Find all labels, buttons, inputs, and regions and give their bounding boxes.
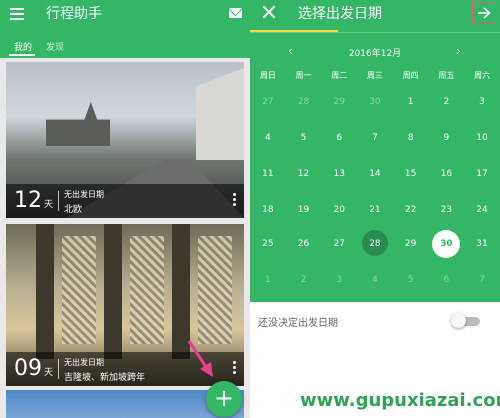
watermark-url: www.gupuxiazai.com bbox=[300, 390, 500, 411]
trip-days-unit: 天 bbox=[44, 200, 54, 210]
day-cell: 3 bbox=[336, 275, 343, 285]
arrow-right-icon bbox=[478, 7, 491, 19]
trip-days: 09 bbox=[14, 356, 42, 381]
weekday-label: 周二 bbox=[331, 71, 348, 80]
app-title: 行程助手 bbox=[46, 6, 102, 22]
day-cell[interactable]: 5 bbox=[286, 132, 322, 144]
divider bbox=[58, 359, 59, 379]
more-vert-icon[interactable] bbox=[233, 193, 236, 207]
more-vert-icon[interactable] bbox=[233, 361, 236, 375]
close-icon[interactable] bbox=[262, 5, 276, 19]
month-label: 2016年12月 bbox=[348, 49, 402, 59]
pillar-image-part bbox=[36, 224, 54, 359]
day-cell-today[interactable]: 28 bbox=[357, 238, 393, 250]
day-cell[interactable]: 2 bbox=[429, 96, 465, 108]
trip-date-status: 无出发日期 bbox=[64, 190, 104, 199]
day-cell[interactable]: 18 bbox=[250, 204, 286, 216]
lattice-image-part bbox=[130, 236, 164, 344]
day-cell[interactable]: 8 bbox=[393, 132, 429, 144]
next-button[interactable] bbox=[472, 2, 496, 24]
pillar-image-part bbox=[104, 224, 122, 359]
page-title: 选择出发日期 bbox=[298, 6, 382, 22]
weekday-label: 周六 bbox=[474, 71, 491, 80]
day-cell[interactable]: 27 bbox=[321, 238, 357, 250]
day-cell: 1 bbox=[264, 275, 271, 285]
day-cell[interactable]: 13 bbox=[321, 168, 357, 180]
day-cell[interactable]: 31 bbox=[464, 238, 500, 250]
tab-mine[interactable]: 我的 bbox=[14, 40, 32, 53]
day-cell[interactable]: 11 bbox=[250, 168, 286, 180]
church-image-part bbox=[46, 102, 110, 146]
day-cell[interactable]: 22 bbox=[393, 204, 429, 216]
next-month-icon[interactable]: › bbox=[456, 44, 461, 58]
weekday-label: 周五 bbox=[438, 71, 455, 80]
day-cell[interactable]: 24 bbox=[464, 204, 500, 216]
mail-icon[interactable] bbox=[229, 8, 242, 18]
app-bar: 行程助手 我的 发现 bbox=[0, 0, 250, 58]
day-cell: 5 bbox=[407, 275, 414, 285]
pointer-arrow-annotation bbox=[187, 340, 213, 377]
day-cell[interactable]: 29 bbox=[393, 238, 429, 250]
day-cell[interactable]: 6 bbox=[321, 132, 357, 144]
lattice-image-part bbox=[198, 236, 232, 344]
day-cell-selected[interactable]: 30 bbox=[429, 238, 465, 250]
day-cell: 2 bbox=[300, 275, 307, 285]
day-cell[interactable]: 10 bbox=[464, 132, 500, 144]
trip-days: 12 bbox=[14, 188, 42, 213]
weekday-label: 周日 bbox=[259, 71, 276, 80]
day-cell[interactable]: 1 bbox=[393, 96, 429, 108]
day-cell[interactable]: 20 bbox=[321, 204, 357, 216]
add-trip-button[interactable]: + bbox=[206, 381, 242, 417]
day-cell[interactable]: 14 bbox=[357, 168, 393, 180]
day-cell: 7 bbox=[479, 275, 485, 285]
day-cell[interactable]: 21 bbox=[357, 204, 393, 216]
trip-card-info: 12 天 无出发日期 北欧 bbox=[6, 184, 244, 218]
day-cell[interactable]: 17 bbox=[464, 168, 500, 180]
day-cell: 6 bbox=[443, 275, 450, 285]
tab-discover[interactable]: 发现 bbox=[46, 40, 64, 53]
toggle-knob[interactable] bbox=[451, 313, 466, 328]
day-cell[interactable]: 12 bbox=[286, 168, 322, 180]
day-cell[interactable]: 3 bbox=[464, 96, 500, 108]
trip-destination: 吉隆坡、新加坡跨年 bbox=[64, 373, 146, 383]
day-cell[interactable]: 9 bbox=[429, 132, 465, 144]
watermark: 谷普软件园 www.gupuxiazai.com bbox=[250, 338, 500, 418]
house-image-part bbox=[196, 68, 244, 160]
day-cell[interactable]: 23 bbox=[429, 204, 465, 216]
trip-card-northern-europe[interactable]: 12 天 无出发日期 北欧 bbox=[6, 62, 244, 218]
day-cell: 4 bbox=[372, 275, 378, 285]
undecided-date-label: 还没决定出发日期 bbox=[258, 318, 338, 329]
day-cell[interactable]: 16 bbox=[429, 168, 465, 180]
trip-destination: 北欧 bbox=[64, 205, 83, 215]
day-cell: 27 bbox=[262, 97, 274, 107]
divider bbox=[58, 191, 59, 211]
trip-list-screen: 行程助手 我的 发现 12 天 无出发日期 北欧 09 天 无出发日期 吉隆坡、… bbox=[0, 0, 250, 418]
day-cell[interactable]: 4 bbox=[250, 132, 286, 144]
day-cell[interactable]: 26 bbox=[286, 238, 322, 250]
day-cell: 30 bbox=[369, 97, 381, 107]
weekday-label: 周三 bbox=[366, 71, 383, 80]
trip-date-status: 无出发日期 bbox=[64, 358, 104, 367]
active-tab-indicator bbox=[9, 54, 35, 56]
trip-days-unit: 天 bbox=[44, 368, 54, 378]
watermark-title: 谷普软件园 bbox=[253, 341, 429, 383]
day-cell: 29 bbox=[333, 97, 345, 107]
day-cell[interactable]: 19 bbox=[286, 204, 322, 216]
weekday-label: 周一 bbox=[295, 71, 312, 80]
day-cell[interactable]: 7 bbox=[357, 132, 393, 144]
day-cell[interactable]: 25 bbox=[250, 238, 286, 250]
menu-icon[interactable] bbox=[10, 8, 24, 20]
day-cell: 28 bbox=[297, 97, 310, 107]
divider bbox=[250, 32, 500, 33]
day-cell[interactable]: 15 bbox=[393, 168, 429, 180]
lattice-image-part bbox=[62, 236, 96, 344]
weekday-label: 周四 bbox=[402, 71, 419, 80]
